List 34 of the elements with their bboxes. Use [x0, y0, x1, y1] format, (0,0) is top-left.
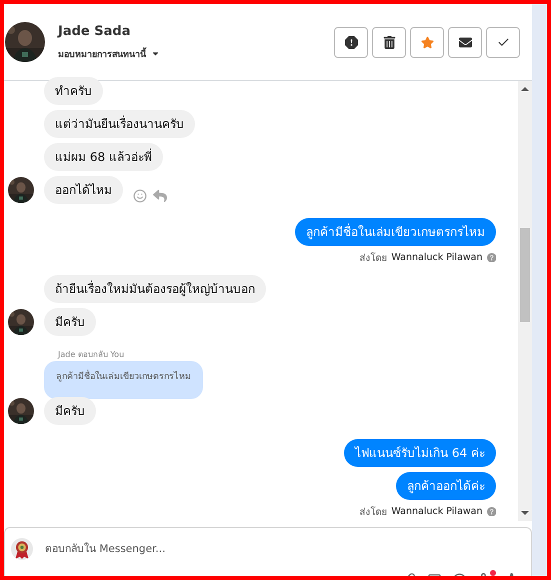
check-icon — [496, 36, 510, 48]
message-bubble: ทำครับ — [44, 77, 103, 105]
trash-icon — [382, 36, 396, 48]
message-bubble: ไฟแนนซ์รับไม่เกิน 64 ค่ะ — [344, 439, 496, 467]
check-button[interactable] — [486, 26, 520, 58]
sent-by-label: ส่งโดย — [359, 505, 388, 519]
message-bubble: ถ้ายืนเรื่องใหม่มันต้องรอผู้ใหญ่บ้านบอก — [44, 275, 266, 303]
sent-by-label: ส่งโดย — [359, 251, 388, 265]
scrollbar[interactable] — [518, 81, 532, 521]
contact-name: Jade Sada — [58, 24, 132, 38]
alert-button[interactable] — [334, 26, 368, 58]
message-bubble: มีครับ — [44, 397, 96, 425]
reply-label: Jade ตอบกลับ You — [58, 349, 124, 361]
quoted-message: ลูกค้ามีชื่อในเล่มเขียวเกษตรกรไหม — [44, 361, 203, 399]
envelope-icon — [458, 36, 472, 48]
sender-name: Wannaluck Pilawan — [391, 506, 482, 517]
help-icon[interactable] — [486, 506, 496, 516]
message-bubble: ลูกค้าออกได้ค่ะ — [396, 472, 496, 500]
star-icon — [420, 36, 434, 48]
trash-button[interactable] — [372, 26, 406, 58]
message-bubble: ลูกค้ามีชื่อในเล่มเขียวเกษตรกรไหม — [295, 218, 496, 246]
message-bubble: ออกได้ไหม — [44, 176, 123, 204]
smiley-icon[interactable] — [133, 189, 147, 203]
sender-name: Wannaluck Pilawan — [391, 252, 482, 263]
alert-icon — [344, 36, 358, 48]
envelope-button[interactable] — [448, 26, 482, 58]
help-icon[interactable] — [486, 252, 496, 262]
message-bubble: มีครับ — [44, 308, 96, 336]
message-bubble: แม่ผม 68 แล้วอ่ะพี่ — [44, 143, 163, 171]
reply-icon[interactable] — [153, 189, 167, 203]
notification-dot — [490, 570, 496, 576]
assign-dropdown[interactable]: มอบหมายการสนทนานี้ — [58, 46, 160, 60]
star-button[interactable] — [410, 26, 444, 58]
message-bubble: แต่ว่ามันยืนเรื่องนานครับ — [44, 110, 195, 138]
